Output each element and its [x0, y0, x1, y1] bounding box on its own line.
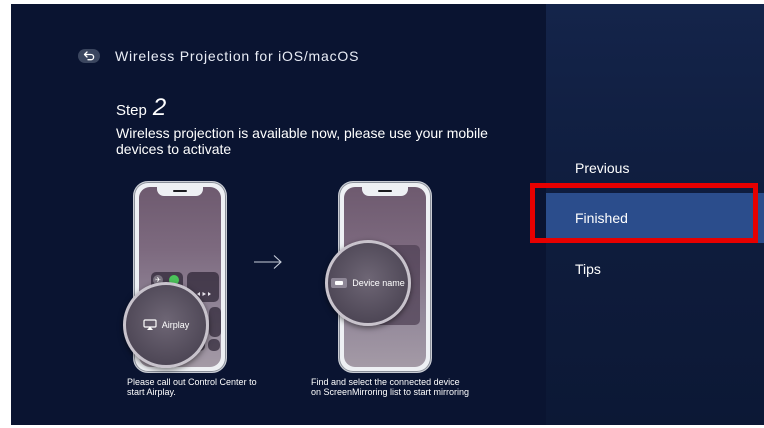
- menu-item-label: Previous: [575, 160, 630, 176]
- phone-notch: [157, 187, 203, 196]
- menu-item-label: Tips: [575, 261, 601, 277]
- selection-highlight: [530, 183, 758, 243]
- back-arrow-icon: [83, 51, 95, 61]
- phone-notch: [362, 187, 408, 196]
- right-caption: Find and select the connected device on …: [311, 377, 470, 397]
- airplay-label: Airplay: [161, 320, 190, 330]
- airplay-icon: [143, 319, 157, 330]
- remote-tile: [208, 339, 220, 351]
- apple-tv-icon: [331, 278, 348, 288]
- page-title: Wireless Projection for iOS/macOS: [115, 48, 360, 64]
- left-caption: Please call out Control Center to start …: [127, 377, 257, 397]
- step-label: Step: [116, 102, 147, 119]
- step-description: Wireless projection is available now, pl…: [116, 125, 488, 157]
- device-name-label: Device name: [352, 278, 405, 288]
- arrow-right-icon: [254, 255, 282, 269]
- step-number: 2: [152, 94, 167, 121]
- page-header: Wireless Projection for iOS/macOS: [78, 46, 359, 66]
- airplay-magnifier: Airplay: [123, 282, 209, 368]
- main-panel: Wireless Projection for iOS/macOS Step 2…: [11, 4, 546, 425]
- media-controls-icon: [197, 292, 211, 296]
- menu-item-tips[interactable]: Tips: [546, 244, 764, 294]
- device-name-magnifier: Device name: [325, 240, 411, 326]
- step-indicator: Step 2: [116, 94, 166, 122]
- back-button[interactable]: [78, 49, 100, 63]
- volume-tile: [209, 307, 221, 337]
